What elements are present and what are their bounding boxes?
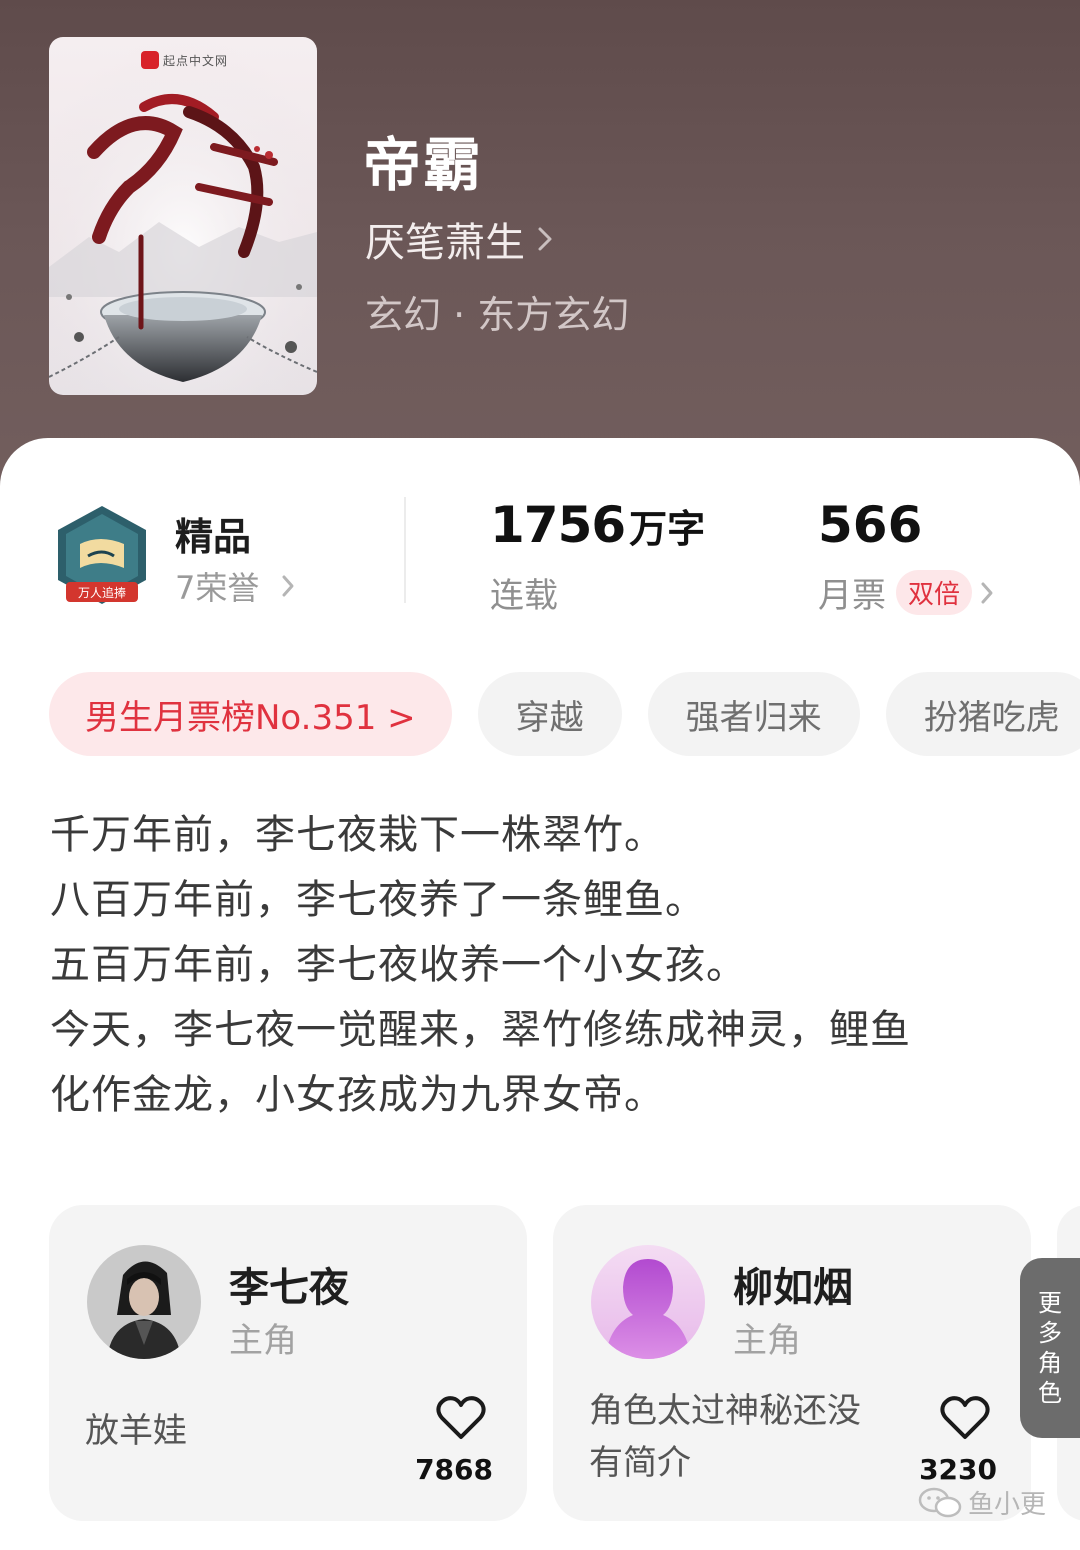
character-card[interactable]: 柳如烟 主角 角色太过神秘还没有简介 3230 — [553, 1205, 1031, 1521]
wechat-icon — [918, 1487, 962, 1517]
tag-item[interactable]: 穿越 — [477, 672, 622, 756]
character-role: 主角 — [229, 1321, 297, 1361]
chevron-right-icon — [282, 575, 294, 597]
premium-badge-icon[interactable]: 万人追捧 — [52, 504, 152, 612]
chevron-right-icon — [538, 227, 552, 251]
cover-publisher: 起点中文网 — [141, 51, 228, 69]
watermark: 鱼小更 — [918, 1484, 1046, 1521]
character-card[interactable]: 李七夜 主角 放羊娃 7868 — [49, 1205, 527, 1521]
word-count: 1756 万字 — [490, 496, 706, 554]
serial-status: 连载 — [490, 576, 558, 616]
like-count: 3230 — [919, 1453, 997, 1486]
tag-rank[interactable]: 男生月票榜No.351 > — [49, 672, 452, 756]
book-cover[interactable]: 起点中文网 — [49, 37, 317, 395]
book-genre[interactable]: 玄幻 · 东方玄幻 — [365, 284, 629, 339]
character-avatar — [591, 1245, 705, 1359]
double-badge: 双倍 — [896, 570, 973, 615]
monthly-votes-count: 566 — [818, 496, 923, 554]
stats-divider — [404, 497, 406, 603]
more-roles-button[interactable]: 更 多 角 色 — [1020, 1258, 1080, 1438]
character-name: 李七夜 — [229, 1265, 349, 1311]
monthly-votes-link[interactable]: 月票 双倍 — [818, 568, 994, 617]
character-desc: 放羊娃 — [85, 1411, 187, 1451]
synopsis-line: 今天，李七夜一觉醒来，翠竹修练成神灵，鲤鱼 — [50, 1007, 911, 1053]
synopsis-line: 千万年前，李七夜栽下一株翠竹。 — [50, 812, 665, 858]
like-count: 7868 — [415, 1453, 493, 1486]
chevron-right-icon — [981, 582, 993, 603]
badge-text: 万人追捧 — [78, 585, 126, 600]
publisher-logo-icon — [141, 51, 159, 69]
book-title: 帝霸 — [363, 131, 484, 199]
honors-link[interactable]: 7荣誉 — [175, 563, 295, 609]
grade-title: 精品 — [175, 515, 252, 559]
character-desc: 角色太过神秘还没有简介 — [589, 1391, 861, 1483]
author-name: 厌笔萧生 — [365, 220, 525, 266]
author-link[interactable]: 厌笔萧生 — [365, 210, 553, 268]
synopsis-line: 五百万年前，李七夜收养一个小女孩。 — [50, 942, 747, 988]
synopsis-line: 化作金龙，小女孩成为九界女帝。 — [50, 1072, 665, 1118]
synopsis-line: 八百万年前，李七夜养了一条鲤鱼。 — [50, 877, 706, 923]
character-name: 柳如烟 — [733, 1265, 853, 1311]
heart-icon[interactable] — [435, 1395, 487, 1441]
tag-item[interactable]: 强者归来 — [647, 672, 860, 756]
synopsis[interactable]: 千万年前，李七夜栽下一株翠竹。 八百万年前，李七夜养了一条鲤鱼。 五百万年前，李… — [50, 803, 1010, 1128]
character-role: 主角 — [733, 1321, 801, 1361]
heart-icon[interactable] — [939, 1395, 991, 1441]
tag-list: 男生月票榜No.351 > 穿越 强者归来 扮猪吃虎 — [49, 672, 1080, 756]
cover-artwork — [49, 37, 317, 395]
honors-count: 7荣誉 — [175, 569, 260, 607]
character-avatar — [87, 1245, 201, 1359]
tag-item[interactable]: 扮猪吃虎 — [885, 672, 1080, 756]
